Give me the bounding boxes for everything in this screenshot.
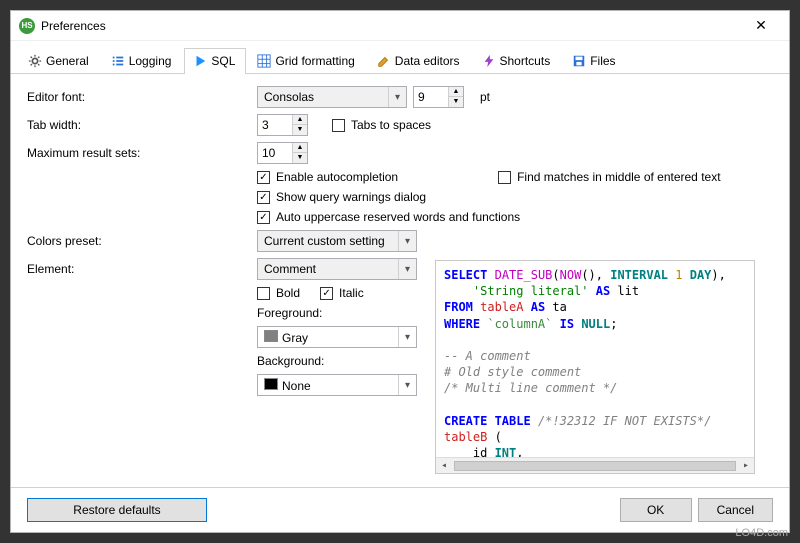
colors-preset-value: Current custom setting [258, 234, 398, 248]
spinner-down[interactable]: ▼ [293, 153, 307, 163]
cancel-button[interactable]: Cancel [698, 498, 773, 522]
tab-label: General [46, 54, 89, 68]
tab-sql[interactable]: SQL [184, 48, 246, 74]
gear-icon [28, 54, 42, 68]
label-colors-preset: Colors preset: [27, 234, 257, 248]
tab-label: Logging [129, 54, 172, 68]
tab-shortcuts[interactable]: Shortcuts [473, 48, 562, 74]
grid-icon [257, 54, 271, 68]
label-italic: Italic [339, 286, 364, 300]
tab-logging[interactable]: Logging [102, 48, 183, 74]
footer: Restore defaults OK Cancel [11, 487, 789, 532]
spinner-down[interactable]: ▼ [449, 97, 463, 107]
tab-general[interactable]: General [19, 48, 100, 74]
label-background: Background: [257, 354, 324, 368]
chevron-down-icon: ▾ [398, 327, 416, 347]
label-max-result-sets: Maximum result sets: [27, 146, 257, 160]
label-show-query-warnings: Show query warnings dialog [276, 190, 426, 204]
label-editor-font: Editor font: [27, 90, 257, 104]
spinner-up[interactable]: ▲ [449, 87, 463, 97]
tab-label: Shortcuts [500, 54, 551, 68]
window-title: Preferences [41, 19, 741, 33]
chevron-down-icon: ▾ [398, 375, 416, 395]
font-name-value: Consolas [258, 90, 388, 104]
tab-bar: General Logging SQL Grid formatting Data… [11, 41, 789, 74]
preferences-window: HS Preferences ✕ General Logging SQL Gri… [10, 10, 790, 533]
spinner-up[interactable]: ▲ [293, 143, 307, 153]
app-icon: HS [19, 18, 35, 34]
tab-label: Data editors [395, 54, 460, 68]
titlebar: HS Preferences ✕ [11, 11, 789, 41]
bolt-icon [482, 54, 496, 68]
label-foreground: Foreground: [257, 306, 322, 320]
spinner-up[interactable]: ▲ [293, 115, 307, 125]
bold-checkbox[interactable] [257, 287, 270, 300]
find-matches-checkbox[interactable] [498, 171, 511, 184]
tab-label: Grid formatting [275, 54, 354, 68]
foreground-combo[interactable]: Gray ▾ [257, 326, 417, 348]
show-query-warnings-checkbox[interactable] [257, 191, 270, 204]
label-bold: Bold [276, 286, 300, 300]
chevron-down-icon: ▾ [398, 231, 416, 251]
background-combo[interactable]: None ▾ [257, 374, 417, 396]
font-size-spinner[interactable]: 9 ▲▼ [413, 86, 464, 108]
italic-checkbox[interactable] [320, 287, 333, 300]
font-name-combo[interactable]: Consolas ▾ [257, 86, 407, 108]
colors-preset-combo[interactable]: Current custom setting ▾ [257, 230, 417, 252]
label-enable-autocomplete: Enable autocompletion [276, 170, 398, 184]
tab-width-value: 3 [258, 115, 292, 135]
foreground-value: Gray [258, 330, 398, 345]
save-icon [572, 54, 586, 68]
chevron-down-icon: ▾ [398, 259, 416, 279]
label-find-matches: Find matches in middle of entered text [517, 170, 720, 184]
element-combo[interactable]: Comment ▾ [257, 258, 417, 280]
close-button[interactable]: ✕ [741, 17, 781, 34]
label-element: Element: [27, 262, 257, 276]
restore-defaults-button[interactable]: Restore defaults [27, 498, 207, 522]
enable-autocomplete-checkbox[interactable] [257, 171, 270, 184]
tab-data-editors[interactable]: Data editors [368, 48, 471, 74]
element-value: Comment [258, 262, 398, 276]
sql-preview: SELECT DATE_SUB(NOW(), INTERVAL 1 DAY), … [435, 260, 755, 474]
tab-files[interactable]: Files [563, 48, 626, 74]
tab-label: SQL [211, 54, 235, 68]
tab-label: Files [590, 54, 615, 68]
play-icon [193, 54, 207, 68]
chevron-down-icon: ▾ [388, 87, 406, 107]
scroll-left-icon[interactable]: ◂ [436, 459, 452, 473]
label-auto-uppercase: Auto uppercase reserved words and functi… [276, 210, 520, 224]
max-result-sets-value: 10 [258, 143, 292, 163]
label-tab-width: Tab width: [27, 118, 257, 132]
max-result-sets-spinner[interactable]: 10 ▲▼ [257, 142, 308, 164]
pencil-icon [377, 54, 391, 68]
panel-body: Editor font: Consolas ▾ 9 ▲▼ pt Tab widt… [11, 74, 789, 487]
label-tabs-to-spaces: Tabs to spaces [351, 118, 431, 132]
scroll-right-icon[interactable]: ▸ [738, 459, 754, 473]
list-icon [111, 54, 125, 68]
tab-width-spinner[interactable]: 3 ▲▼ [257, 114, 308, 136]
tabs-to-spaces-checkbox[interactable] [332, 119, 345, 132]
ok-button[interactable]: OK [620, 498, 692, 522]
tab-grid-formatting[interactable]: Grid formatting [248, 48, 365, 74]
auto-uppercase-checkbox[interactable] [257, 211, 270, 224]
preview-scrollbar[interactable]: ◂ ▸ [436, 457, 754, 473]
spinner-down[interactable]: ▼ [293, 125, 307, 135]
background-value: None [258, 378, 398, 393]
scroll-thumb[interactable] [454, 461, 736, 471]
label-pt: pt [480, 90, 490, 104]
font-size-value: 9 [414, 87, 448, 107]
